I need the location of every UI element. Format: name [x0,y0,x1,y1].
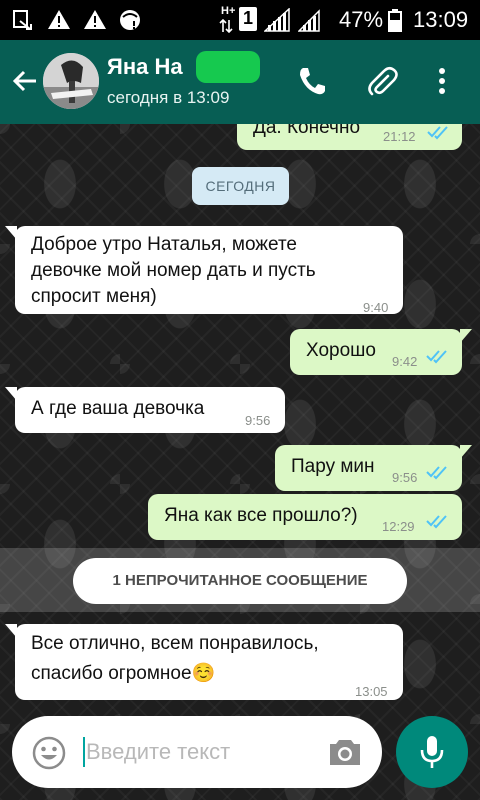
text-caret [83,737,85,767]
voice-record-button[interactable] [396,716,468,788]
message-time: 9:56 [392,470,418,485]
message-bubble-incoming[interactable]: Все отлично, всем понравилось, спасибо о… [15,624,403,700]
avatar[interactable] [43,53,99,109]
network-type-label: H+ [221,5,236,17]
chat-header: Яна На сегодня в 13:09 [0,40,480,124]
battery-icon [388,9,402,32]
status-bar: H+ 1 47% 13:09 [0,0,480,40]
camera-icon[interactable] [327,735,363,769]
message-bubble-incoming[interactable]: Доброе утро Наталья, можете девочке мой … [15,226,403,315]
message-line: Все отлично, всем понравилось, [31,633,319,654]
last-seen-status: сегодня в 13:09 [107,88,230,107]
warning-icon [84,10,106,29]
message-bubble-outgoing[interactable]: Хорошо 9:42 [290,329,462,375]
message-bubble-incoming[interactable]: А где ваша девочка 9:56 [15,387,285,433]
message-list[interactable]: Да. Конечно 21:12 СЕГОДНЯ Доброе утро На… [0,124,480,800]
avatar-photo [43,53,99,109]
unread-banner: 1 НЕПРОЧИТАННОЕ СООБЩЕНИЕ [73,558,407,604]
signal-icon [298,9,320,32]
mic-icon [420,736,444,768]
message-time: 9:56 [245,413,271,428]
message-line: спросит меня) [31,286,157,307]
screen-rotate-icon [13,10,32,30]
contact-name[interactable]: Яна На [107,54,183,80]
signal-icon [264,8,290,32]
message-time: 21:12 [383,129,416,144]
paperclip-icon[interactable] [366,64,398,98]
message-time: 13:05 [355,684,388,699]
message-composer [12,716,382,788]
warning-icon [48,10,70,29]
message-time: 9:40 [363,300,389,315]
message-text: А где ваша девочка [31,398,205,419]
message-text: Яна как все прошло?) [164,505,358,526]
phone-icon[interactable] [296,64,328,98]
date-separator: СЕГОДНЯ [192,167,289,205]
message-text: Хорошо [306,340,376,361]
battery-percent: 47% [339,7,384,32]
message-bubble-outgoing[interactable]: Пару мин 9:56 [275,445,462,491]
read-ticks-icon [427,126,448,140]
message-bubble-outgoing[interactable]: Да. Конечно 21:12 [237,124,462,150]
message-bubble-outgoing[interactable]: Яна как все прошло?) 12:29 [148,494,462,540]
clock: 13:09 [413,7,469,32]
message-time: 9:42 [392,354,418,369]
sim-slot-badge: 1 [239,7,257,31]
message-input[interactable] [86,734,316,770]
message-line: Доброе утро Наталья, можете [31,234,297,255]
message-text: Пару мин [291,456,375,477]
more-vert-icon[interactable] [432,64,452,98]
read-ticks-icon [426,466,447,480]
wifi-warning-icon [120,10,140,30]
read-ticks-icon [426,515,447,529]
back-arrow-icon[interactable] [10,66,40,96]
read-ticks-icon [426,350,447,364]
unread-divider: 1 НЕПРОЧИТАННОЕ СООБЩЕНИЕ [0,548,480,612]
message-text: Да. Конечно [253,124,361,138]
message-time: 12:29 [382,519,415,534]
message-line: девочке мой номер дать и пусть [31,260,316,281]
data-arrows-icon [219,19,233,33]
redaction-mark [196,51,260,83]
emoji-icon[interactable] [32,736,66,770]
message-line: спасибо огромное☺️ [31,663,216,684]
sim-slot-number: 1 [243,8,254,28]
